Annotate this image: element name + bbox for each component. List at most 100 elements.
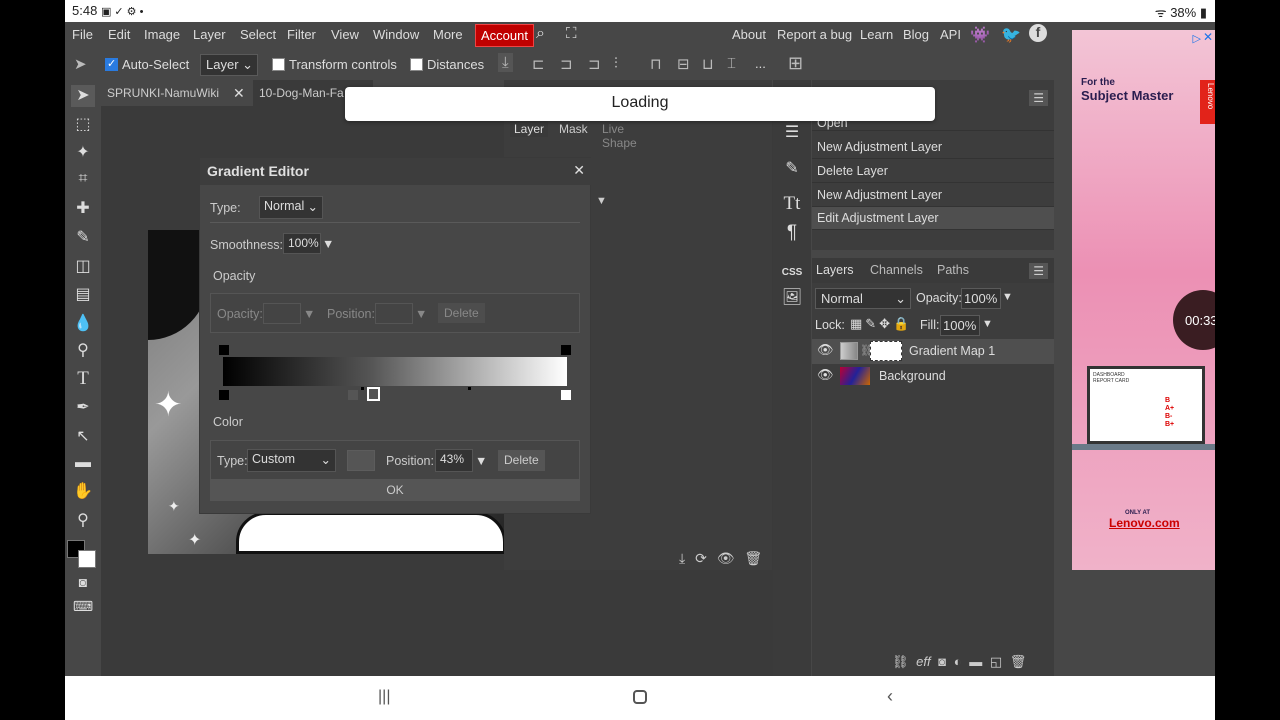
menu-about[interactable]: About — [732, 27, 766, 42]
eye-icon[interactable]: 👁 — [817, 367, 834, 383]
fill-input[interactable]: 100% — [940, 315, 980, 336]
adjustment-icon[interactable]: ◐ — [954, 654, 962, 669]
history-item[interactable]: Delete Layer — [812, 160, 1054, 183]
eye-icon[interactable]: 👁 — [817, 342, 834, 358]
effects-icon[interactable]: eff — [916, 654, 930, 669]
menu-edit[interactable]: Edit — [108, 27, 130, 42]
blur-tool-icon[interactable]: 💧 — [71, 313, 95, 335]
doc-tab-1[interactable]: SPRUNKI-NamuWiki ✕ — [101, 80, 251, 106]
opacity-input[interactable]: 100% — [961, 288, 1001, 309]
align-center-icon[interactable]: ⊐ — [560, 55, 573, 73]
adchoices-icon[interactable]: ▷ — [1193, 32, 1201, 45]
tab-layers[interactable]: Layers — [816, 263, 854, 277]
character-icon[interactable]: Tt — [781, 193, 803, 215]
stop-opacity-input[interactable] — [263, 303, 301, 324]
trash-icon[interactable]: 🗑 — [1010, 654, 1027, 669]
trash-icon[interactable]: 🗑 — [744, 550, 762, 566]
delete-color-stop-button[interactable]: Delete — [498, 450, 545, 471]
dropdown-arrow-icon[interactable]: ▼ — [1002, 291, 1013, 303]
brush-settings-icon[interactable]: ✎ — [781, 158, 803, 180]
smoothness-input[interactable]: 100% — [283, 233, 321, 254]
history-item[interactable]: New Adjustment Layer — [812, 184, 1054, 207]
align-bottom-icon[interactable]: ⊔ — [702, 55, 714, 73]
dropdown-arrow-icon[interactable]: ▼ — [303, 307, 315, 321]
marquee-tool-icon[interactable]: ⬚ — [71, 114, 95, 136]
eye-icon[interactable]: 👁 — [717, 550, 735, 566]
menu-window[interactable]: Window — [373, 27, 419, 42]
align-top-icon[interactable]: ⊓ — [650, 55, 662, 73]
hand-tool-icon[interactable]: ✋ — [71, 481, 95, 503]
dropdown-arrow-icon[interactable]: ▼ — [415, 307, 427, 321]
auto-select-checkbox[interactable] — [105, 57, 118, 71]
home-icon[interactable] — [633, 690, 647, 704]
move-tool-icon[interactable]: ➤ — [71, 85, 95, 107]
gradient-tool-icon[interactable]: ▤ — [71, 284, 95, 306]
download-icon[interactable]: ⤓ — [498, 53, 513, 72]
layer-row[interactable]: 👁 ⛓ Gradient Map 1 — [812, 339, 1054, 364]
eraser-tool-icon[interactable]: ◫ — [71, 256, 95, 278]
link-icon[interactable]: ⛓ — [892, 654, 909, 669]
dropdown-arrow-icon[interactable]: ▼ — [982, 318, 993, 330]
color-type-select[interactable]: Custom ⌄ — [247, 449, 336, 472]
menu-file[interactable]: File — [72, 27, 93, 42]
menu-select[interactable]: Select — [240, 27, 276, 42]
grid-icon[interactable]: ⊞ — [788, 53, 803, 74]
reddit-icon[interactable]: 👾 — [970, 25, 990, 45]
menu-more[interactable]: More — [433, 27, 463, 42]
gradient-type-select[interactable]: Normal ⌄ — [259, 196, 323, 219]
account-button[interactable]: Account — [475, 24, 534, 47]
tab-mask[interactable]: Mask — [559, 122, 588, 136]
ad-site[interactable]: Lenovo.com — [1109, 516, 1180, 530]
paragraph-icon[interactable]: ¶ — [781, 222, 803, 244]
menu-blog[interactable]: Blog — [903, 27, 929, 42]
crop-tool-icon[interactable]: ⌗ — [71, 170, 95, 192]
quick-mask-icon[interactable]: ◙ — [71, 574, 95, 596]
color-stop[interactable] — [348, 390, 358, 400]
background-color-swatch[interactable] — [78, 550, 96, 568]
menu-filter[interactable]: Filter — [287, 27, 316, 42]
delete-opacity-stop-button[interactable]: Delete — [438, 303, 485, 323]
adjustments-icon[interactable]: ☰ — [781, 122, 803, 144]
move-tool-icon[interactable]: ➤ — [74, 55, 87, 73]
shape-tool-icon[interactable]: ▬ — [71, 454, 95, 476]
more-options[interactable]: ... — [755, 56, 766, 71]
gradient-preview-bar[interactable] — [223, 357, 567, 386]
color-stop[interactable] — [219, 390, 229, 400]
menu-layer[interactable]: Layer — [193, 27, 226, 42]
zoom-tool-icon[interactable]: ⚲ — [71, 510, 95, 532]
back-icon[interactable]: ‹ — [887, 686, 893, 707]
brush-tool-icon[interactable]: ✎ — [71, 227, 95, 249]
close-icon[interactable]: ✕ — [1203, 30, 1213, 44]
menu-image[interactable]: Image — [144, 27, 180, 42]
close-icon[interactable]: ✕ — [573, 162, 585, 179]
color-position-input[interactable]: 43% — [435, 449, 473, 472]
keyboard-icon[interactable]: ⌨ — [71, 598, 95, 620]
ok-button[interactable]: OK — [210, 480, 580, 501]
align-vcenter-icon[interactable]: ⫶ — [614, 55, 618, 72]
blend-mode-select[interactable]: Normal ⌄ — [815, 288, 911, 309]
stop-color-swatch[interactable] — [347, 450, 375, 471]
reset-icon[interactable]: ⟳ — [695, 550, 707, 566]
color-stop[interactable] — [561, 390, 571, 400]
tab-layer[interactable]: Layer — [510, 121, 549, 137]
lock-icons[interactable]: ▦✎✥🔒 — [850, 316, 912, 332]
folder-icon[interactable]: ▬ — [969, 654, 982, 669]
transform-controls-checkbox[interactable] — [272, 58, 285, 71]
align-left-icon[interactable]: ⊏ — [532, 55, 545, 73]
distances-checkbox[interactable] — [410, 58, 423, 71]
menu-learn[interactable]: Learn — [860, 27, 893, 42]
color-stop-selected[interactable] — [367, 387, 380, 401]
panel-menu-icon[interactable]: ☰ — [1029, 263, 1048, 279]
path-select-icon[interactable]: ↖ — [71, 426, 95, 448]
recent-apps-icon[interactable]: ||| — [378, 688, 390, 706]
fullscreen-icon[interactable]: ⛶ — [566, 25, 577, 42]
history-item-active[interactable]: Edit Adjustment Layer — [812, 207, 1054, 230]
tab-live-shape[interactable]: Live Shape — [602, 122, 637, 150]
distribute-icon[interactable]: ⌶ — [727, 55, 736, 72]
dropdown-arrow-icon[interactable]: ▼ — [322, 237, 334, 251]
menu-view[interactable]: View — [331, 27, 359, 42]
clip-icon[interactable]: ⤓ — [679, 550, 685, 566]
opacity-stop-right[interactable] — [561, 345, 571, 355]
stop-position-input[interactable] — [375, 303, 413, 324]
new-layer-icon[interactable]: ◱ — [990, 654, 1002, 669]
